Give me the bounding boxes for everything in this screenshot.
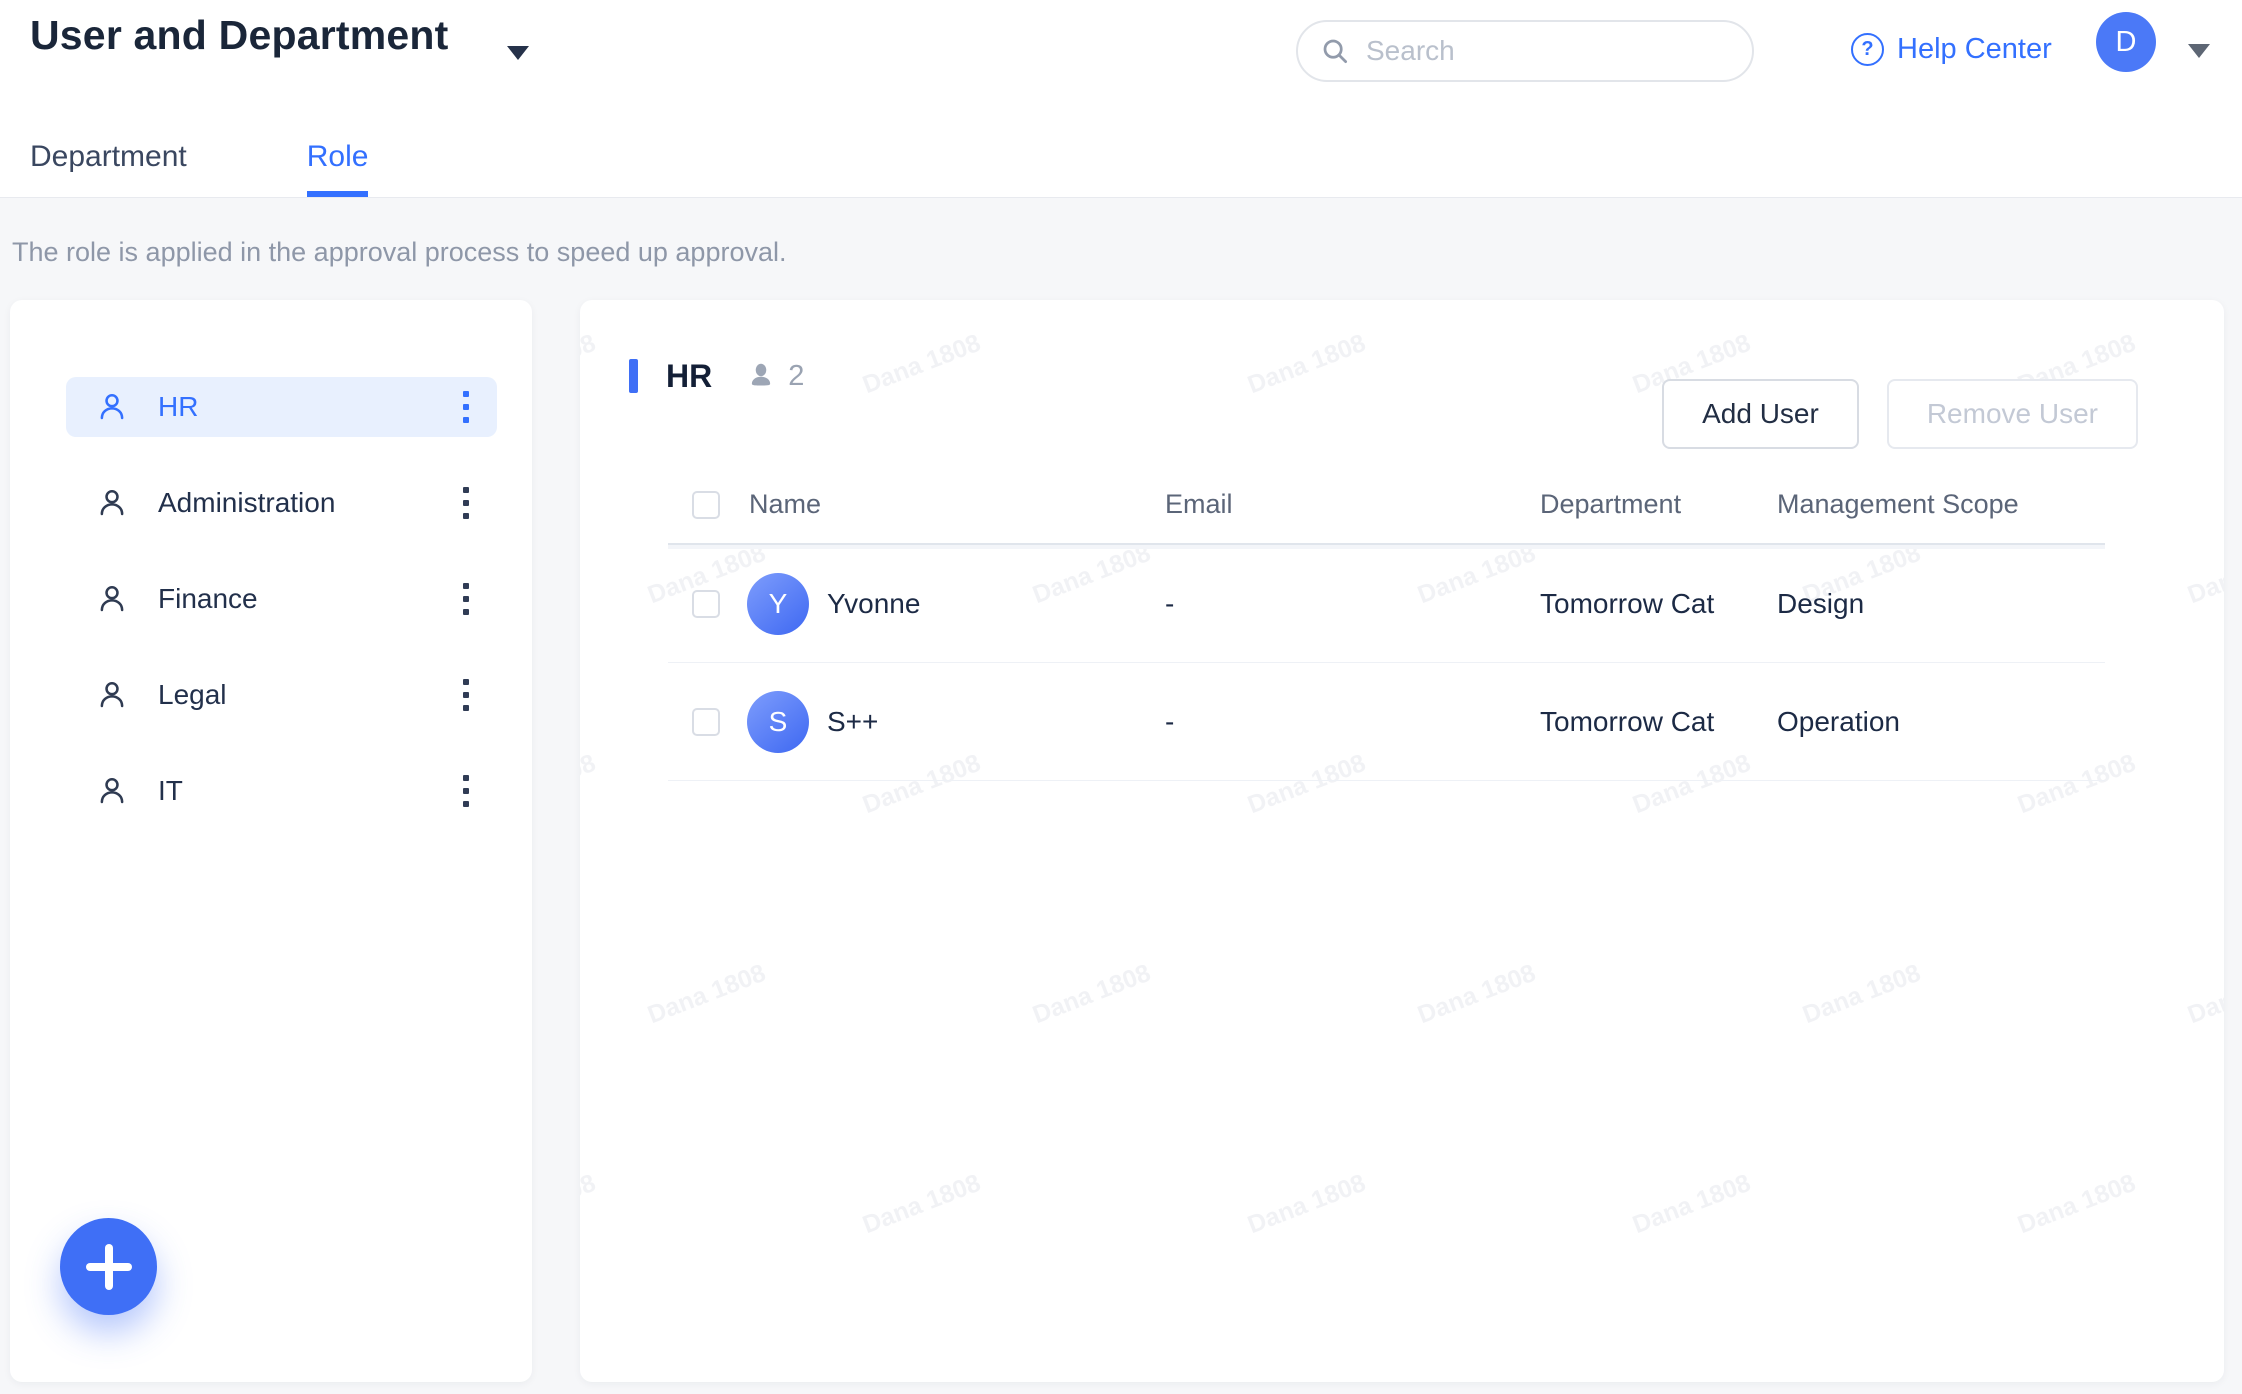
- table-body: Y Yvonne - Tomorrow Cat Design S S++ - T…: [668, 545, 2105, 781]
- user-menu-caret-icon[interactable]: [2188, 44, 2210, 58]
- search-input[interactable]: [1366, 35, 1730, 67]
- member-count: 2: [788, 360, 804, 393]
- table-header-row: Name Email Department Management Scope: [668, 466, 2105, 545]
- person-icon: [96, 775, 128, 807]
- row-checkbox[interactable]: [692, 590, 720, 618]
- sidebar-role-label: IT: [158, 775, 457, 807]
- row-checkbox[interactable]: [692, 708, 720, 736]
- sidebar-role-label: Finance: [158, 583, 457, 615]
- help-center-link[interactable]: ? Help Center: [1851, 33, 2052, 66]
- name-cell: S S++: [725, 691, 1141, 753]
- select-all-checkbox[interactable]: [692, 491, 720, 519]
- member-scope: Design: [1753, 588, 2105, 620]
- column-header-scope: Management Scope: [1753, 489, 2105, 520]
- member-email: -: [1141, 706, 1516, 738]
- avatar: Y: [747, 573, 809, 635]
- sidebar-role-item-it[interactable]: IT: [66, 761, 497, 821]
- person-icon: [96, 487, 128, 519]
- role-menu-icon[interactable]: [457, 577, 475, 621]
- avatar: S: [747, 691, 809, 753]
- sidebar-role-label: HR: [158, 391, 457, 423]
- person-icon: [96, 583, 128, 615]
- role-menu-icon[interactable]: [457, 769, 475, 813]
- remove-user-button[interactable]: Remove User: [1887, 379, 2138, 449]
- sidebar-role-item-legal[interactable]: Legal: [66, 665, 497, 725]
- role-actions: Add User Remove User: [1662, 379, 2138, 449]
- column-header-department: Department: [1516, 489, 1753, 520]
- column-header-email: Email: [1141, 489, 1516, 520]
- page-description: The role is applied in the approval proc…: [12, 237, 786, 268]
- member-department: Tomorrow Cat: [1516, 706, 1753, 738]
- member-department: Tomorrow Cat: [1516, 588, 1753, 620]
- user-avatar[interactable]: D: [2096, 12, 2156, 72]
- role-name: HR: [666, 358, 712, 395]
- member-email: -: [1141, 588, 1516, 620]
- person-icon: [96, 391, 128, 423]
- role-menu-icon[interactable]: [457, 385, 475, 429]
- tab-bar: Department Role: [30, 140, 368, 197]
- table-row: S S++ - Tomorrow Cat Operation: [668, 663, 2105, 781]
- app-root: User and Department ? Help Center D Depa…: [0, 0, 2242, 1394]
- add-user-button[interactable]: Add User: [1662, 379, 1859, 449]
- search-icon: [1320, 36, 1350, 66]
- role-menu-icon[interactable]: [457, 673, 475, 717]
- role-header: HR 2: [629, 348, 804, 404]
- role-menu-icon[interactable]: [457, 481, 475, 525]
- role-list: HR Administration Finance Legal IT: [10, 300, 532, 821]
- member-count-icon: [746, 361, 776, 391]
- search-box[interactable]: [1296, 20, 1754, 82]
- member-name: S++: [827, 706, 878, 738]
- help-icon: ?: [1851, 33, 1884, 66]
- sidebar-role-item-finance[interactable]: Finance: [66, 569, 497, 629]
- page-title[interactable]: User and Department: [30, 12, 448, 59]
- sidebar-role-item-administration[interactable]: Administration: [66, 473, 497, 533]
- role-detail-panel: Dana 1808Dana 1808Dana 1808Dana 1808Dana…: [580, 300, 2224, 1382]
- person-icon: [96, 679, 128, 711]
- accent-bar: [629, 359, 638, 393]
- member-name: Yvonne: [827, 588, 920, 620]
- sidebar-role-item-hr[interactable]: HR: [66, 377, 497, 437]
- sidebar-role-label: Administration: [158, 487, 457, 519]
- role-list-panel: HR Administration Finance Legal IT: [10, 300, 532, 1382]
- table-row: Y Yvonne - Tomorrow Cat Design: [668, 545, 2105, 663]
- add-role-button[interactable]: [60, 1218, 157, 1315]
- title-caret-icon[interactable]: [507, 46, 529, 60]
- tab-department[interactable]: Department: [30, 140, 187, 197]
- member-scope: Operation: [1753, 706, 2105, 738]
- tab-role[interactable]: Role: [307, 140, 369, 197]
- app-header: User and Department ? Help Center D Depa…: [0, 0, 2242, 198]
- help-center-label: Help Center: [1897, 33, 2052, 66]
- column-header-name: Name: [725, 489, 1141, 520]
- name-cell: Y Yvonne: [725, 573, 1141, 635]
- member-table: Name Email Department Management Scope Y…: [668, 466, 2105, 781]
- sidebar-role-label: Legal: [158, 679, 457, 711]
